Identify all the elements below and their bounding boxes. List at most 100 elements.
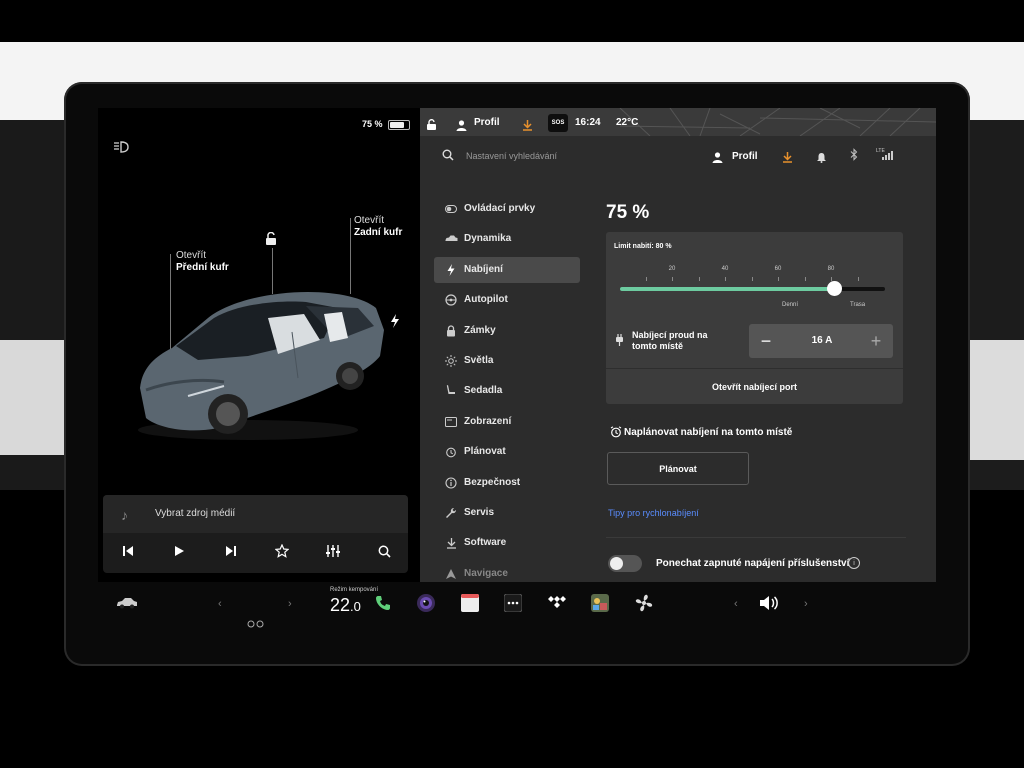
lock-status-icon[interactable]: [426, 118, 438, 136]
nav-item-7[interactable]: Zobrazení: [434, 409, 580, 435]
tick-mark: [725, 277, 726, 281]
lte-signal-icon: LTE: [876, 147, 896, 166]
settings-panel: Profil SOS 16:24 22°C Nastavení vyhledáv…: [420, 108, 936, 582]
car-icon: [444, 232, 458, 246]
volume-down-chevron-icon[interactable]: ‹: [734, 598, 738, 610]
download-icon[interactable]: [522, 118, 533, 136]
toggle-knob: [610, 557, 623, 570]
profile-icon[interactable]: [456, 118, 467, 136]
media-player: ♪ Vybrat zdroj médií: [103, 495, 408, 573]
supercharging-tips-link[interactable]: Tipy pro rychlonabíjení: [608, 508, 699, 518]
status-bar: Profil SOS 16:24 22°C: [420, 108, 936, 136]
battery-icon: [388, 120, 410, 130]
tidal-icon[interactable]: [546, 592, 568, 614]
section-divider: [606, 537, 906, 538]
charge-limit-slider-handle[interactable]: [826, 281, 842, 296]
media-source-row[interactable]: ♪ Vybrat zdroj médií: [103, 495, 408, 533]
alarm-clock-icon: [610, 425, 622, 443]
navigation-icon: [444, 567, 458, 581]
touchscreen: 75 % Otevřít Přední kufr Otevřít Zadní k…: [98, 108, 936, 582]
battery-percent: 75 %: [362, 119, 383, 129]
charge-current-label: Nabíjecí proud na tomto místě: [632, 330, 708, 351]
nav-item-8[interactable]: Plánovat: [434, 439, 580, 465]
nav-item-12[interactable]: Navigace: [434, 561, 580, 582]
nav-item-2[interactable]: Nabíjení: [434, 256, 580, 283]
volume-icon[interactable]: [758, 592, 780, 614]
fan-icon[interactable]: [633, 592, 655, 614]
battery-fill: [390, 122, 404, 128]
tick-mark: [778, 277, 779, 281]
phone-icon[interactable]: [372, 592, 394, 614]
bolt-icon: [444, 263, 458, 277]
toybox-icon[interactable]: [589, 592, 611, 614]
header-profile-icon[interactable]: [712, 150, 723, 168]
nav-item-label: Software: [464, 537, 507, 549]
trip-label: Trasa: [850, 302, 866, 308]
nav-item-label: Světla: [464, 355, 494, 366]
charge-current-stepper: − 16 A +: [749, 324, 893, 358]
seat-icon: [444, 384, 458, 398]
nav-item-label: Servis: [464, 507, 495, 518]
rear-trunk-label: Zadní kufr: [354, 227, 403, 238]
svg-text:LTE: LTE: [876, 148, 885, 154]
temperature-whole: 22: [330, 595, 351, 615]
charge-percent: 75 %: [606, 202, 650, 223]
tick-label-40: 40: [721, 266, 729, 272]
camera-icon[interactable]: [415, 592, 437, 614]
clock: 16:24: [575, 117, 601, 128]
info-icon[interactable]: i: [848, 557, 860, 569]
nav-item-label: Sedadla: [464, 385, 503, 397]
header-download-icon[interactable]: [782, 150, 793, 168]
temp-down-chevron-icon[interactable]: ‹: [218, 598, 222, 610]
temp-up-chevron-icon[interactable]: ›: [288, 598, 292, 610]
seat-heater-icon[interactable]: [246, 615, 266, 633]
nav-item-label: Plánovat: [464, 446, 506, 458]
photo-dash-right-highlight: [962, 340, 1024, 460]
nav-item-6[interactable]: Sedadla: [434, 378, 580, 404]
bell-icon[interactable]: [816, 150, 827, 168]
status-profile-label[interactable]: Profil: [474, 117, 500, 128]
play-button[interactable]: [167, 541, 191, 561]
nav-item-5[interactable]: Světla: [434, 348, 580, 374]
previous-track-button[interactable]: [116, 541, 140, 561]
unlock-icon[interactable]: [264, 231, 278, 251]
front-trunk-callout[interactable]: Otevřít Přední kufr: [176, 250, 229, 274]
settings-search-input[interactable]: Nastavení vyhledávání: [466, 151, 557, 161]
nav-item-11[interactable]: Software: [434, 530, 580, 556]
header-profile-label[interactable]: Profil: [732, 151, 758, 162]
tick-mark: [699, 277, 700, 281]
charge-limit-slider[interactable]: [620, 281, 885, 296]
rear-trunk-callout[interactable]: Otevřít Zadní kufr: [354, 215, 402, 239]
charging-content: 75 % Limit nabití: 80 % 20 40 60 80 Denn…: [606, 196, 906, 576]
tick-label-20: 20: [668, 266, 676, 272]
increase-current-button[interactable]: +: [865, 330, 887, 352]
nav-item-3[interactable]: Autopilot: [434, 287, 580, 313]
media-search-button[interactable]: [372, 541, 396, 561]
nav-item-0[interactable]: Ovládací prvky: [434, 196, 580, 222]
nav-item-9[interactable]: Bezpečnost: [434, 470, 580, 496]
nav-item-1[interactable]: Dynamika: [434, 226, 580, 252]
more-apps-icon[interactable]: [502, 592, 524, 614]
open-charge-port-button[interactable]: Otevřít nabíjecí port: [606, 369, 903, 404]
cabin-temperature[interactable]: 22.0: [330, 595, 361, 616]
favorite-star-button[interactable]: [270, 541, 294, 561]
volume-up-chevron-icon[interactable]: ›: [804, 598, 808, 610]
bluetooth-icon[interactable]: [850, 148, 858, 166]
search-icon[interactable]: [442, 148, 454, 166]
schedule-button[interactable]: Plánovat: [607, 452, 749, 485]
nav-item-10[interactable]: Servis: [434, 500, 580, 526]
next-track-button[interactable]: [219, 541, 243, 561]
car-icon[interactable]: [116, 592, 138, 614]
tick-mark: [858, 277, 859, 281]
wrench-icon: [444, 506, 458, 520]
sos-button[interactable]: SOS: [548, 114, 568, 132]
equalizer-button[interactable]: [321, 541, 345, 561]
charge-port-bolt-icon[interactable]: [390, 314, 400, 333]
headlight-icon[interactable]: [112, 140, 132, 159]
calendar-icon[interactable]: [459, 592, 481, 614]
car-image: [128, 278, 388, 448]
accessory-power-toggle[interactable]: [608, 555, 642, 572]
photo-background-top: [0, 0, 1024, 42]
decrease-current-button[interactable]: −: [755, 330, 777, 352]
nav-item-4[interactable]: Zámky: [434, 318, 580, 344]
